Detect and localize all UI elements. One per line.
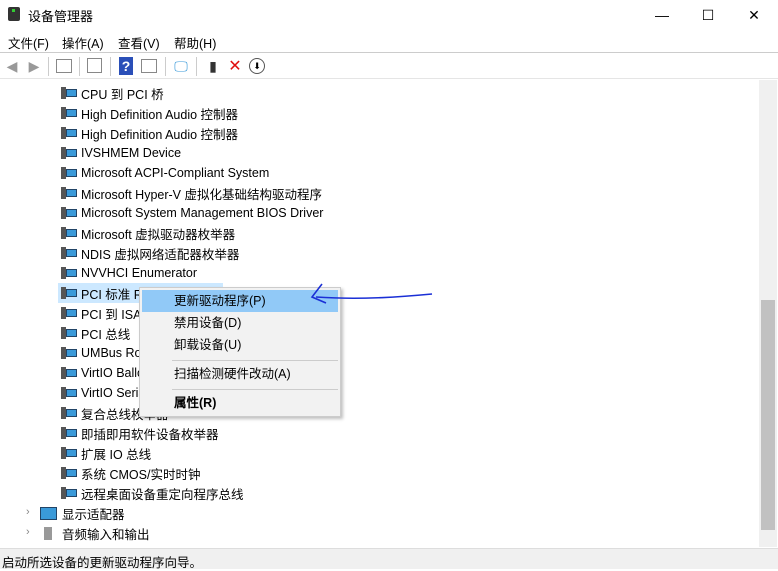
status-bar: 启动所选设备的更新驱动程序向导。 — [0, 548, 778, 570]
pen-annotation-arrow — [310, 283, 433, 304]
